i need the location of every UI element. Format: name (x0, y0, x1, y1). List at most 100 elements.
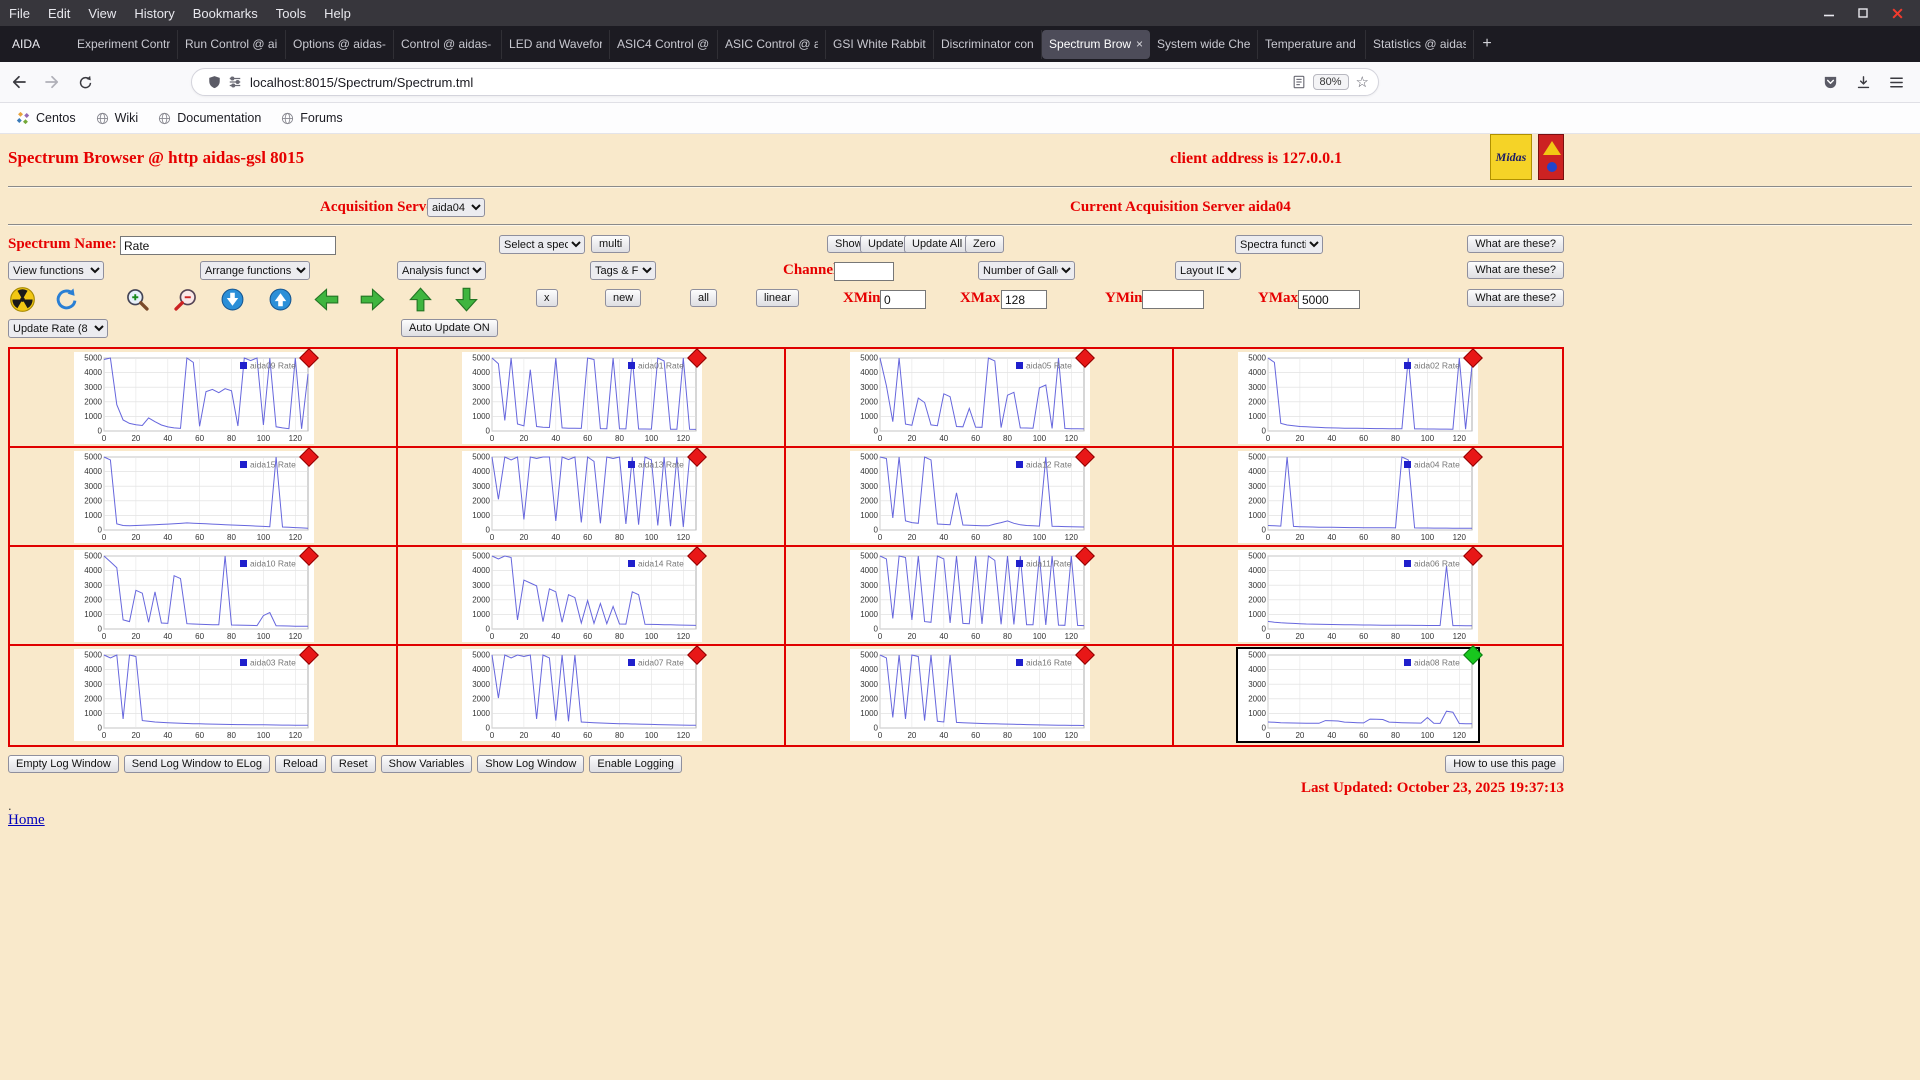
green-arrow-down-icon[interactable] (452, 285, 480, 313)
reload-button[interactable] (71, 68, 99, 96)
spectrum-chart-aida13[interactable]: 010002000300040005000020406080100120aida… (462, 451, 702, 543)
what-are-these-button-1[interactable]: What are these? (1467, 235, 1564, 253)
acquisition-server-select[interactable]: aida04 (427, 198, 485, 217)
menu-file[interactable]: File (0, 6, 39, 21)
footer-button-show-log-window[interactable]: Show Log Window (477, 755, 584, 773)
all-button[interactable]: all (690, 289, 717, 307)
url-bar[interactable]: localhost:8015/Spectrum/Spectrum.tml 80%… (191, 68, 1379, 96)
spectrum-chart-aida04[interactable]: 010002000300040005000020406080100120aida… (1238, 451, 1478, 543)
menu-bookmarks[interactable]: Bookmarks (184, 6, 267, 21)
menu-history[interactable]: History (125, 6, 183, 21)
spectrum-chart-aida16[interactable]: 010002000300040005000020406080100120aida… (850, 649, 1090, 741)
ymax-input[interactable] (1298, 290, 1360, 309)
green-arrow-right-icon[interactable] (358, 285, 386, 313)
sphere-up-icon[interactable] (266, 285, 294, 313)
bookmark-documentation[interactable]: Documentation (148, 107, 271, 129)
auto-update-button[interactable]: Auto Update ON (401, 319, 498, 337)
tab-close-icon[interactable]: × (1136, 37, 1143, 51)
spectrum-chart-aida03[interactable]: 010002000300040005000020406080100120aida… (74, 649, 314, 741)
zoom-level-badge[interactable]: 80% (1313, 74, 1349, 90)
home-link[interactable]: Home (8, 812, 45, 828)
bookmark-star-icon[interactable]: ☆ (1356, 73, 1369, 91)
green-arrow-left-icon[interactable] (312, 285, 340, 313)
xmax-input[interactable] (1001, 290, 1047, 309)
xmin-input[interactable] (880, 290, 926, 309)
spectrum-chart-aida14[interactable]: 010002000300040005000020406080100120aida… (462, 550, 702, 642)
spectrum-chart-aida07[interactable]: 010002000300040005000020406080100120aida… (462, 649, 702, 741)
what-are-these-button-2[interactable]: What are these? (1467, 261, 1564, 279)
spectrum-chart-aida10[interactable]: 010002000300040005000020406080100120aida… (74, 550, 314, 642)
footer-button-reset[interactable]: Reset (331, 755, 376, 773)
zero-button[interactable]: Zero (965, 235, 1004, 253)
tab-1[interactable]: Run Control @ ai (178, 30, 286, 59)
menu-hamburger-icon[interactable] (1882, 68, 1910, 96)
tab-6[interactable]: ASIC Control @ a (718, 30, 826, 59)
bookmark-centos[interactable]: Centos (6, 107, 86, 129)
channel-input[interactable] (834, 262, 894, 281)
spectrum-chart-aida12[interactable]: 010002000300040005000020406080100120aida… (850, 451, 1090, 543)
spectrum-chart-aida11[interactable]: 010002000300040005000020406080100120aida… (850, 550, 1090, 642)
number-of-galleries-dropdown[interactable]: Number of Galleries (978, 261, 1075, 280)
forward-button[interactable] (38, 68, 66, 96)
new-tab-button[interactable]: + (1474, 31, 1500, 57)
tags-fits-dropdown[interactable]: Tags & Fits (590, 261, 656, 280)
spectrum-name-input[interactable] (120, 236, 336, 255)
tab-3[interactable]: Control @ aidas- (394, 30, 502, 59)
spectrum-chart-aida05[interactable]: 010002000300040005000020406080100120aida… (850, 352, 1090, 444)
x-axis-button[interactable]: x (536, 289, 558, 307)
spectrum-chart-aida01[interactable]: 010002000300040005000020406080100120aida… (462, 352, 702, 444)
tab-11[interactable]: Temperature and (1258, 30, 1366, 59)
sphere-down-icon[interactable] (218, 285, 246, 313)
multi-button[interactable]: multi (591, 235, 630, 253)
spectrum-chart-aida02[interactable]: 010002000300040005000020406080100120aida… (1238, 352, 1478, 444)
ymin-input[interactable] (1142, 290, 1204, 309)
spectrum-chart-aida15[interactable]: 010002000300040005000020406080100120aida… (74, 451, 314, 543)
update-all-button[interactable]: Update All (904, 235, 970, 253)
tab-10[interactable]: System wide Che (1150, 30, 1258, 59)
tab-2[interactable]: Options @ aidas- (286, 30, 394, 59)
menu-view[interactable]: View (79, 6, 125, 21)
tab-8[interactable]: Discriminator con (934, 30, 1042, 59)
menu-tools[interactable]: Tools (267, 6, 315, 21)
pocket-icon[interactable] (1816, 68, 1844, 96)
select-spectrum-dropdown[interactable]: Select a spectrum (499, 235, 585, 254)
spectrum-chart-aida08[interactable]: 010002000300040005000020406080100120aida… (1238, 649, 1478, 741)
site-settings-icon[interactable] (228, 75, 242, 89)
tab-12[interactable]: Statistics @ aidas (1366, 30, 1474, 59)
layout-id-dropdown[interactable]: Layout ID=1 (1175, 261, 1241, 280)
footer-button-empty-log-window[interactable]: Empty Log Window (8, 755, 119, 773)
arrange-functions-dropdown[interactable]: Arrange functions (200, 261, 310, 280)
tab-4[interactable]: LED and Wavefor (502, 30, 610, 59)
footer-button-show-variables[interactable]: Show Variables (381, 755, 473, 773)
tab-7[interactable]: GSI White Rabbit (826, 30, 934, 59)
bookmark-wiki[interactable]: Wiki (86, 107, 149, 129)
download-icon[interactable] (1849, 68, 1877, 96)
reader-view-icon[interactable] (1292, 75, 1306, 89)
close-icon[interactable] (1890, 6, 1904, 20)
url-text[interactable]: localhost:8015/Spectrum/Spectrum.tml (250, 75, 1286, 90)
how-to-use-button[interactable]: How to use this page (1445, 755, 1564, 773)
back-button[interactable] (5, 68, 33, 96)
minimize-icon[interactable] (1822, 6, 1836, 20)
footer-button-reload[interactable]: Reload (275, 755, 326, 773)
linear-button[interactable]: linear (756, 289, 799, 307)
footer-button-send-log-window-to-elog[interactable]: Send Log Window to ELog (124, 755, 270, 773)
tab-5[interactable]: ASIC4 Control @ (610, 30, 718, 59)
menu-edit[interactable]: Edit (39, 6, 79, 21)
zoom-out-icon[interactable] (171, 285, 199, 313)
spectrum-chart-aida09[interactable]: 010002000300040005000020406080100120aida… (74, 352, 314, 444)
analysis-functions-dropdown[interactable]: Analysis functions (397, 261, 486, 280)
shield-icon[interactable] (207, 75, 222, 90)
update-rate-dropdown[interactable]: Update Rate (8 secs) (8, 319, 108, 338)
what-are-these-button-3[interactable]: What are these? (1467, 289, 1564, 307)
spectrum-chart-aida06[interactable]: 010002000300040005000020406080100120aida… (1238, 550, 1478, 642)
zoom-in-icon[interactable] (123, 285, 151, 313)
menu-help[interactable]: Help (315, 6, 360, 21)
tab-active-9[interactable]: Spectrum Brow× (1042, 30, 1150, 59)
green-arrow-up-icon[interactable] (406, 285, 434, 313)
tab-0[interactable]: Experiment Contr (70, 30, 178, 59)
bookmark-forums[interactable]: Forums (271, 107, 352, 129)
radiation-icon[interactable] (8, 285, 36, 313)
footer-button-enable-logging[interactable]: Enable Logging (589, 755, 681, 773)
view-functions-dropdown[interactable]: View functions (8, 261, 104, 280)
